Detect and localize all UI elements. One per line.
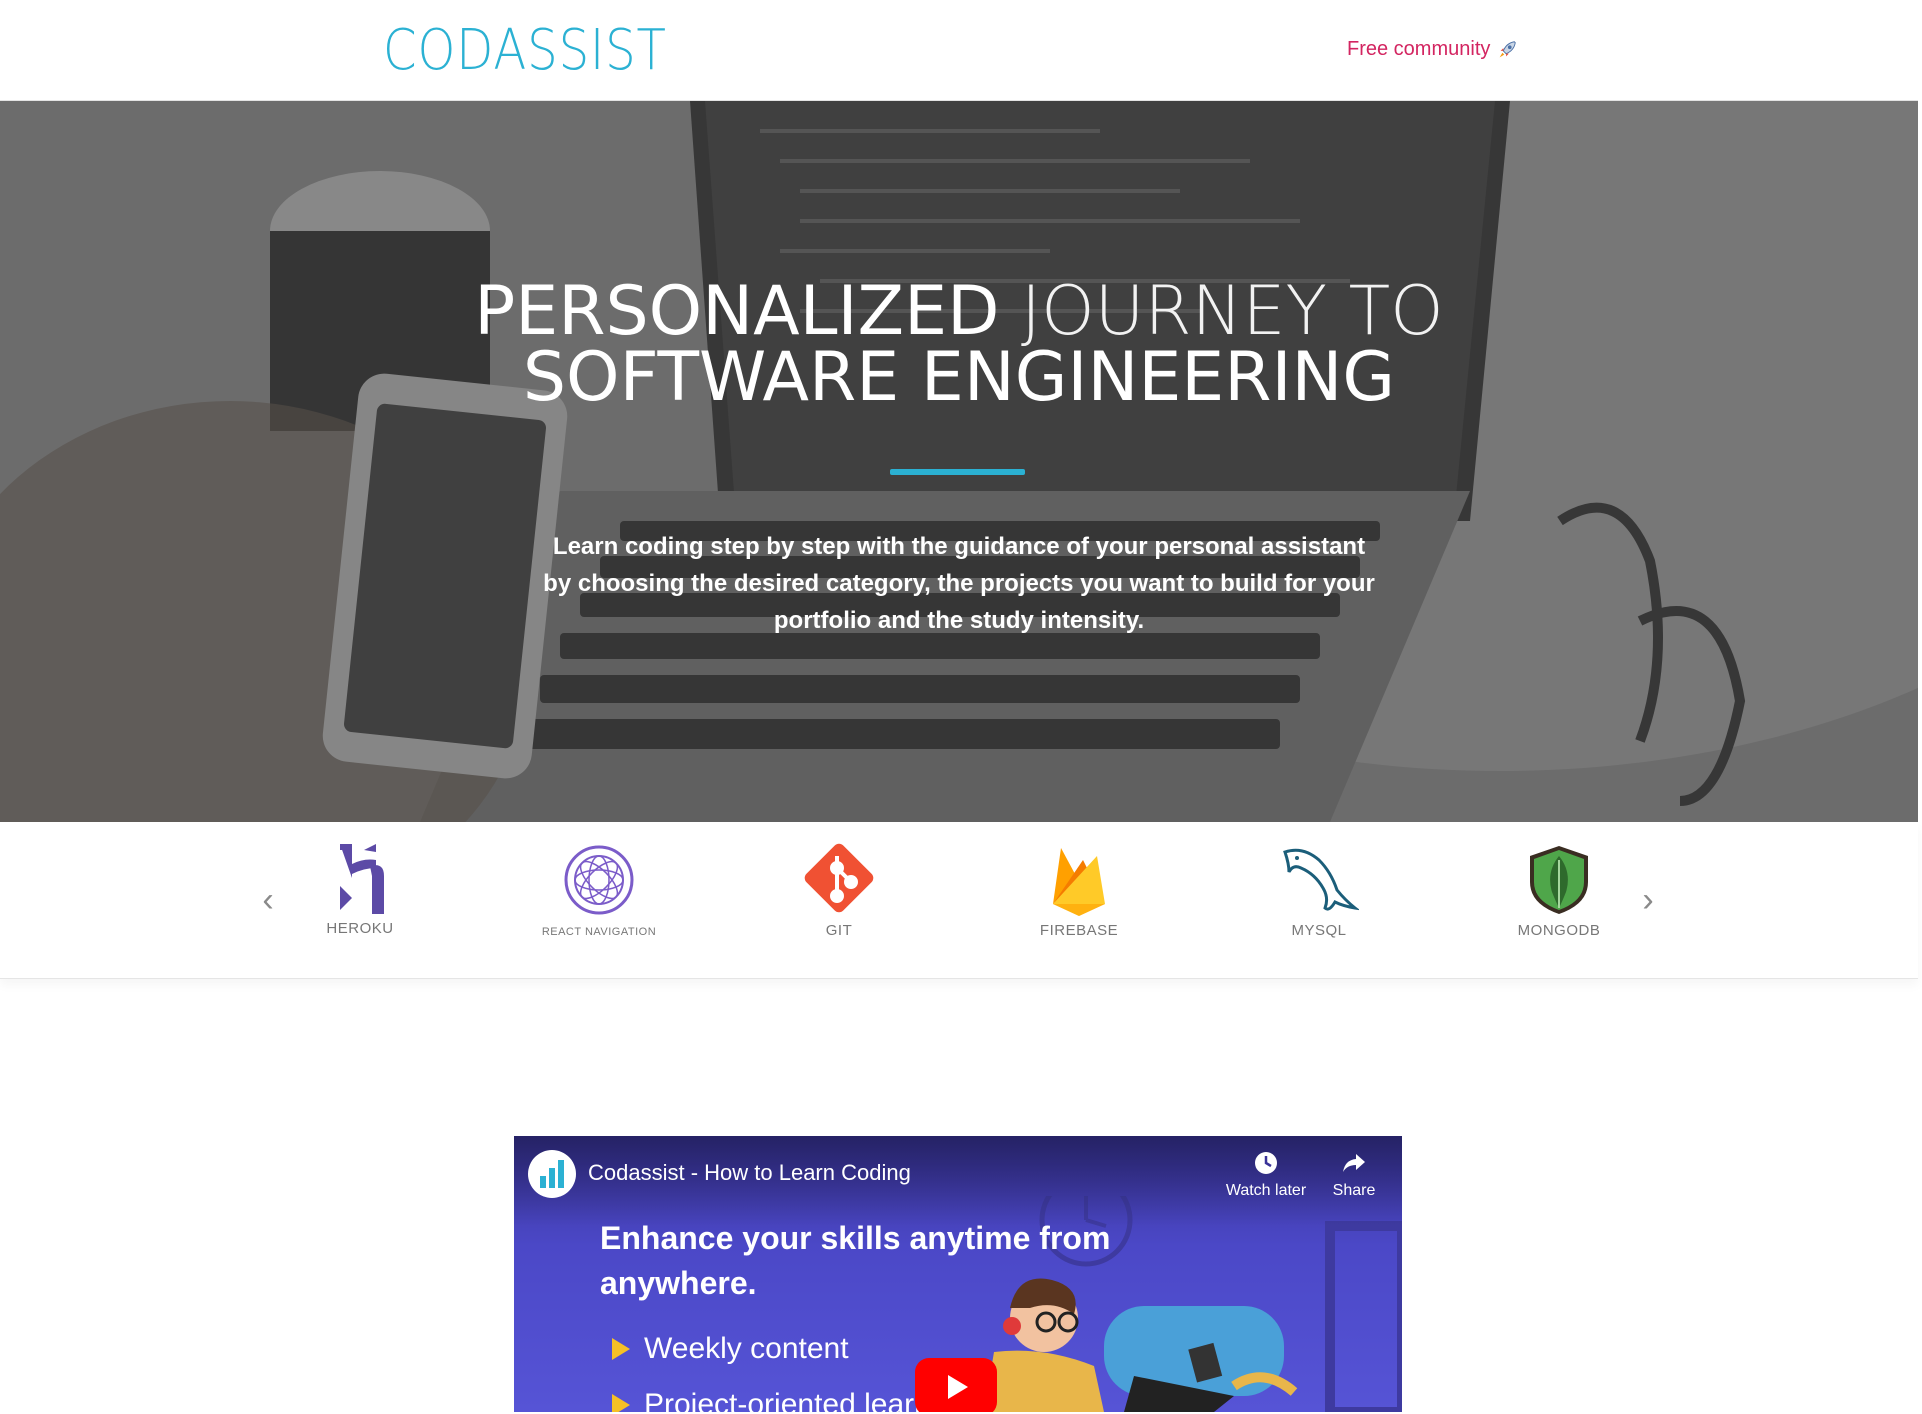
share-button[interactable]: Share — [1304, 1150, 1402, 1200]
video-heading: Enhance your skills anytime from anywher… — [600, 1220, 1111, 1301]
git-logo — [804, 843, 874, 913]
play-button-icon[interactable] — [915, 1358, 997, 1412]
hero-title: PERSONALIZED JOURNEY TO SOFTWARE ENGINEE… — [0, 278, 1918, 417]
free-community-label: Free community — [1347, 38, 1491, 60]
watch-later-label: Watch later — [1225, 1182, 1307, 1199]
watch-later-button[interactable]: Watch later — [1216, 1150, 1316, 1200]
triangle-bullet-icon — [612, 1338, 630, 1360]
triangle-bullet-icon — [612, 1394, 630, 1412]
clock-icon — [1255, 1152, 1277, 1174]
video-bullet: Weekly content — [612, 1332, 849, 1366]
tech-item-mongodb[interactable]: MONGODB — [1479, 842, 1639, 962]
hero-section: PERSONALIZED JOURNEY TO SOFTWARE ENGINEE… — [0, 101, 1918, 822]
navbar: CODASSIST Free community — [0, 0, 1918, 101]
chevron-right-icon[interactable]: › — [1633, 880, 1663, 920]
tech-item-firebase[interactable]: FIREBASE — [999, 842, 1159, 962]
hero-title-line2: SOFTWARE ENGINEERING — [522, 338, 1396, 417]
share-icon — [1343, 1154, 1365, 1172]
tech-label: FIREBASE — [1039, 922, 1119, 939]
tech-label: MYSQL — [1291, 922, 1347, 939]
react-navigation-logo — [564, 845, 634, 915]
mongodb-logo — [1530, 846, 1588, 914]
tech-item-react-navigation[interactable]: REACT NAVIGATION — [519, 842, 679, 962]
tech-item-mysql[interactable]: MYSQL — [1239, 842, 1399, 962]
tech-item-heroku[interactable]: HEROKU — [280, 842, 440, 962]
brand-logo[interactable]: CODASSIST — [383, 18, 667, 83]
hero-divider — [890, 469, 1025, 475]
tech-label: HEROKU — [326, 920, 394, 937]
hero-overlay — [0, 101, 1918, 822]
share-label: Share — [1332, 1182, 1376, 1199]
video-bullet: Project-oriented learn — [612, 1388, 931, 1412]
video-bullet-text: Project-oriented learn — [644, 1388, 931, 1412]
chevron-left-icon[interactable]: ‹ — [253, 880, 283, 920]
tech-label: REACT NAVIGATION — [541, 926, 657, 938]
tech-item-git[interactable]: GIT — [759, 842, 919, 962]
mysql-logo — [1283, 848, 1359, 911]
tech-label: MONGODB — [1517, 922, 1601, 939]
technologies-carousel: ‹ HEROKU REACT NAVIGATION GIT FIREBASE M… — [0, 822, 1918, 979]
video-bullet-text: Weekly content — [644, 1332, 849, 1365]
hero-description: Learn coding step by step with the guida… — [543, 533, 1375, 634]
free-community-link[interactable]: Free community — [1347, 38, 1518, 61]
heroku-logo — [340, 844, 384, 914]
firebase-logo — [1053, 848, 1105, 916]
tech-label: GIT — [825, 922, 853, 939]
video-title[interactable]: Codassist - How to Learn Coding — [588, 1160, 911, 1186]
video-player[interactable]: Codassist - How to Learn Coding Watch la… — [514, 1136, 1402, 1412]
channel-avatar[interactable] — [528, 1150, 576, 1198]
rocket-icon — [1500, 40, 1517, 57]
bar-chart-icon — [530, 1152, 574, 1196]
